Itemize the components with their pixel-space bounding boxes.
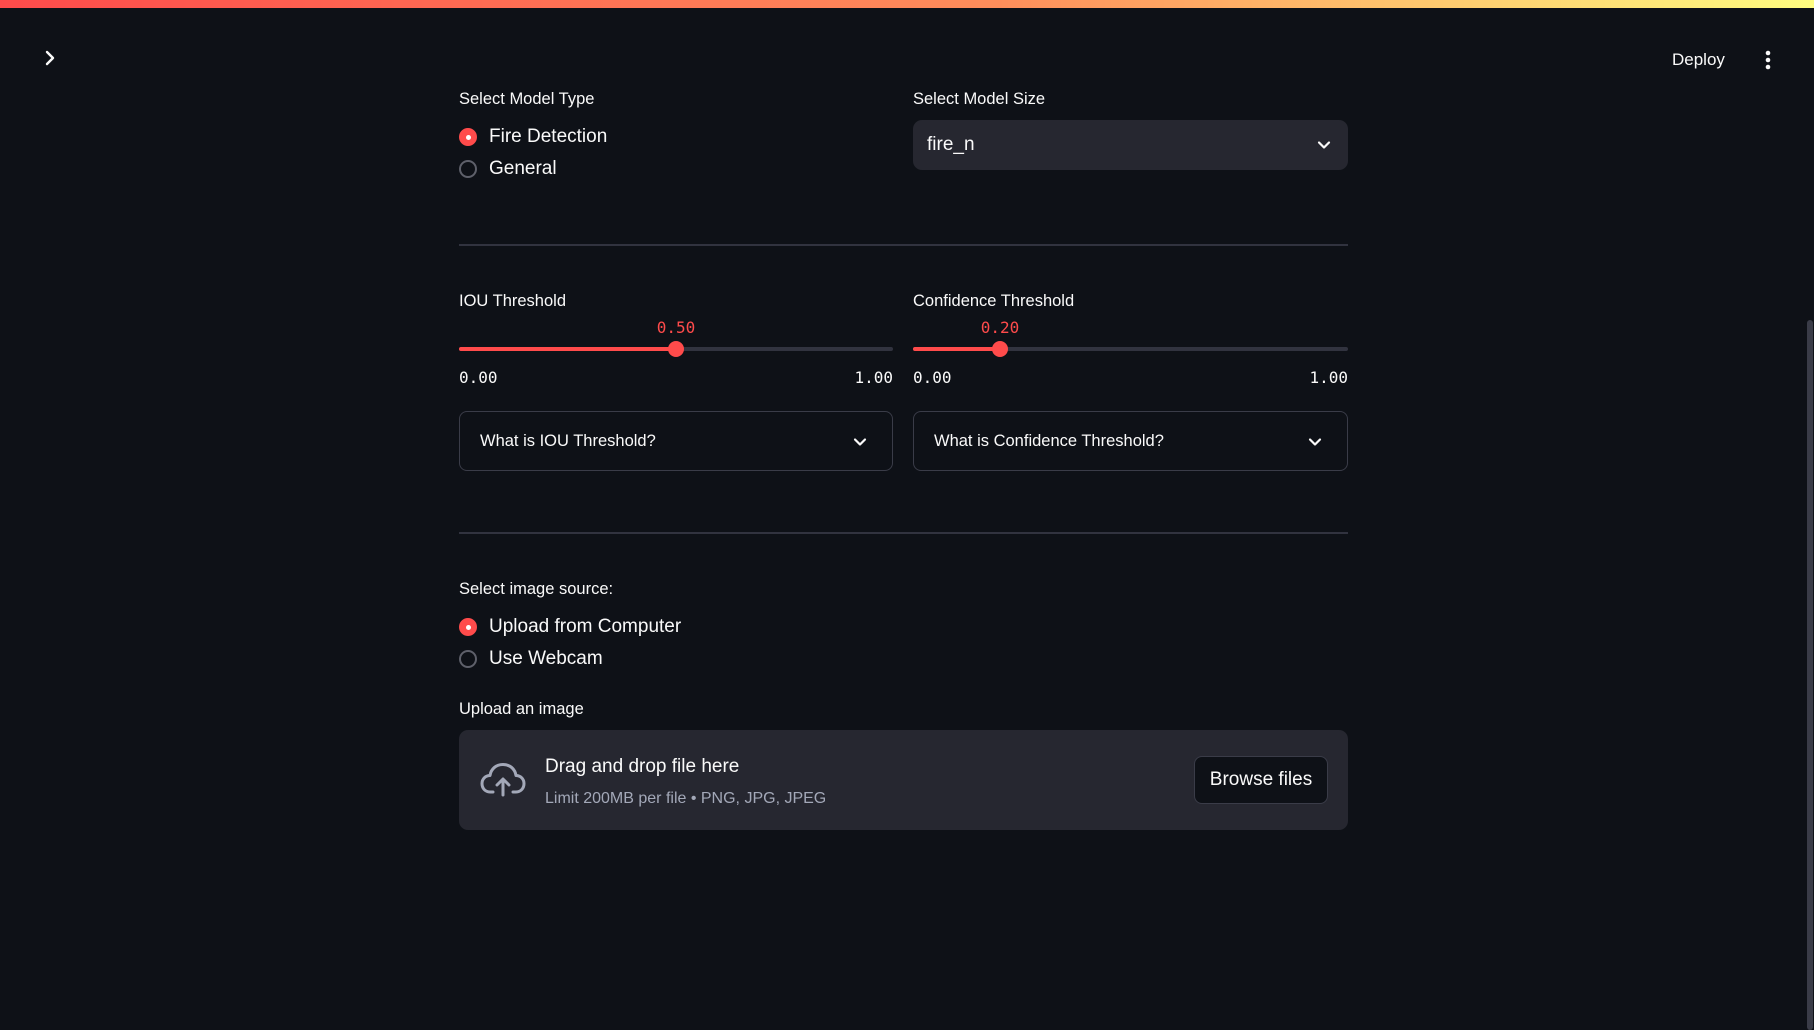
- select-value: fire_n: [927, 134, 975, 155]
- confidence-slider-fill: [913, 347, 1000, 351]
- image-source-label: Select image source:: [459, 580, 614, 598]
- more-vertical-icon: [1765, 50, 1771, 70]
- file-dropzone[interactable]: Drag and drop file here Limit 200MB per …: [459, 730, 1348, 830]
- iou-slider-thumb[interactable]: [668, 341, 684, 357]
- divider: [459, 532, 1348, 534]
- scrollbar-thumb[interactable]: [1807, 320, 1813, 1030]
- chevron-down-icon: [1317, 141, 1331, 149]
- upload-label: Upload an image: [459, 700, 584, 718]
- radio-general[interactable]: General: [459, 158, 557, 180]
- app-header: Deploy: [0, 8, 1814, 94]
- radio-upload-from-computer[interactable]: Upload from Computer: [459, 616, 681, 638]
- radio-indicator: [459, 160, 477, 178]
- model-size-label: Select Model Size: [913, 90, 1046, 108]
- iou-help-expander[interactable]: What is IOU Threshold?: [459, 411, 893, 471]
- app-root: Deploy Select Model Type Fire Detection …: [0, 0, 1814, 1030]
- radio-fire-detection[interactable]: Fire Detection: [459, 126, 607, 148]
- radio-label: Fire Detection: [489, 126, 608, 147]
- model-type-label: Select Model Type: [459, 90, 595, 108]
- confidence-help-expander[interactable]: What is Confidence Threshold?: [913, 411, 1348, 471]
- iou-label: IOU Threshold: [459, 292, 566, 310]
- expander-label: What is IOU Threshold?: [480, 432, 656, 450]
- cloud-upload-icon: [480, 763, 526, 797]
- confidence-min-label: 0.00: [913, 368, 952, 387]
- radio-indicator-checked: [459, 128, 477, 146]
- decoration-bar: [0, 0, 1814, 8]
- confidence-slider-thumb[interactable]: [992, 341, 1008, 357]
- iou-slider-value: 0.50: [656, 318, 696, 337]
- iou-max-label: 1.00: [854, 368, 893, 387]
- radio-indicator-checked: [459, 618, 477, 636]
- radio-label: Use Webcam: [489, 648, 603, 669]
- iou-min-label: 0.00: [459, 368, 498, 387]
- dropzone-subtitle: Limit 200MB per file • PNG, JPG, JPEG: [545, 790, 827, 807]
- model-size-select[interactable]: fire_n: [913, 120, 1348, 170]
- iou-slider-fill: [459, 347, 676, 351]
- chevron-down-icon: [1308, 438, 1322, 446]
- confidence-label: Confidence Threshold: [913, 292, 1075, 310]
- iou-slider[interactable]: [459, 341, 893, 357]
- confidence-slider-value: 0.20: [980, 318, 1020, 337]
- main-menu-button[interactable]: [1756, 44, 1780, 76]
- radio-label: General: [489, 158, 557, 179]
- divider: [459, 244, 1348, 246]
- dropzone-title: Drag and drop file here: [545, 756, 740, 777]
- expander-label: What is Confidence Threshold?: [934, 432, 1164, 450]
- confidence-max-label: 1.00: [1309, 368, 1348, 387]
- sidebar-toggle-button[interactable]: [38, 46, 62, 70]
- radio-indicator: [459, 650, 477, 668]
- radio-use-webcam[interactable]: Use Webcam: [459, 648, 603, 670]
- confidence-slider[interactable]: [913, 341, 1348, 357]
- radio-label: Upload from Computer: [489, 616, 682, 637]
- chevron-down-icon: [853, 438, 867, 446]
- deploy-button[interactable]: Deploy: [1662, 44, 1735, 76]
- chevron-right-icon: [45, 50, 55, 66]
- browse-files-button[interactable]: Browse files: [1194, 756, 1328, 804]
